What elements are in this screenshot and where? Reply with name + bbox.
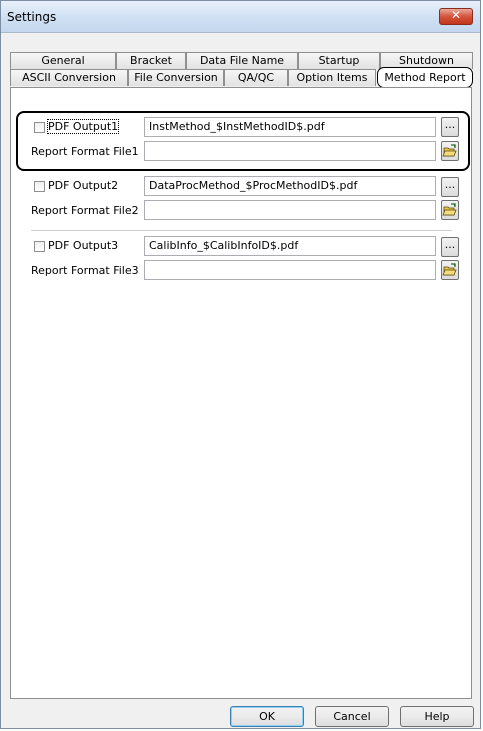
report-format-file1-label: Report Format File1 [31, 145, 139, 158]
ok-button[interactable]: OK [230, 706, 304, 727]
tab-option-items[interactable]: Option Items [288, 69, 376, 86]
tab-general[interactable]: General [10, 52, 116, 69]
pdf-output3-checkbox[interactable] [34, 241, 45, 252]
report-format-file2-folder-button[interactable] [441, 200, 459, 220]
pdf-output1-label[interactable]: PDF Output1 [46, 119, 120, 134]
open-folder-icon [442, 144, 457, 157]
pdf-output1-browse-button[interactable]: ... [441, 117, 459, 137]
pdf-output3-label[interactable]: PDF Output3 [48, 239, 118, 252]
pdf-output2-field[interactable]: DataProcMethod_$ProcMethodID$.pdf [144, 176, 436, 196]
pdf-output2-browse-button[interactable]: ... [441, 177, 459, 197]
title-bar[interactable]: Settings ✕ [1, 1, 480, 33]
report-format-file1-folder-button[interactable] [441, 141, 459, 161]
close-icon: ✕ [450, 8, 462, 22]
report-format-file2-label: Report Format File2 [31, 204, 139, 217]
pdf-output1-checkbox[interactable] [34, 122, 45, 133]
tab-row-front: ASCII Conversion File Conversion QA/QC O… [10, 67, 473, 88]
tab-file-conversion[interactable]: File Conversion [128, 69, 224, 86]
open-folder-icon [442, 203, 457, 216]
group-separator [31, 230, 452, 231]
settings-dialog: Settings ✕ General Bracket Data File Nam… [0, 0, 481, 729]
tab-qa-qc[interactable]: QA/QC [224, 69, 288, 86]
report-format-file3-field[interactable] [144, 260, 436, 280]
tab-ascii-conversion[interactable]: ASCII Conversion [10, 69, 128, 86]
window-title: Settings [7, 10, 57, 24]
tab-data-file-name[interactable]: Data File Name [186, 52, 298, 69]
tab-method-report[interactable]: Method Report [377, 67, 473, 88]
report-format-file1-field[interactable] [144, 141, 436, 161]
pdf-output1-field[interactable]: InstMethod_$InstMethodID$.pdf [144, 117, 436, 137]
pdf-output3-browse-button[interactable]: ... [441, 237, 459, 257]
tab-bracket[interactable]: Bracket [116, 52, 186, 69]
pdf-output2-label[interactable]: PDF Output2 [48, 179, 118, 192]
close-button[interactable]: ✕ [439, 8, 473, 25]
help-button[interactable]: Help [400, 706, 474, 727]
pdf-output2-checkbox[interactable] [34, 181, 45, 192]
open-folder-icon [442, 263, 457, 276]
report-format-file2-field[interactable] [144, 200, 436, 220]
pdf-output3-field[interactable]: CalibInfo_$CalibInfoID$.pdf [144, 236, 436, 256]
tab-startup[interactable]: Startup [298, 52, 380, 69]
report-format-file3-folder-button[interactable] [441, 260, 459, 280]
cancel-button[interactable]: Cancel [315, 706, 389, 727]
report-format-file3-label: Report Format File3 [31, 264, 139, 277]
